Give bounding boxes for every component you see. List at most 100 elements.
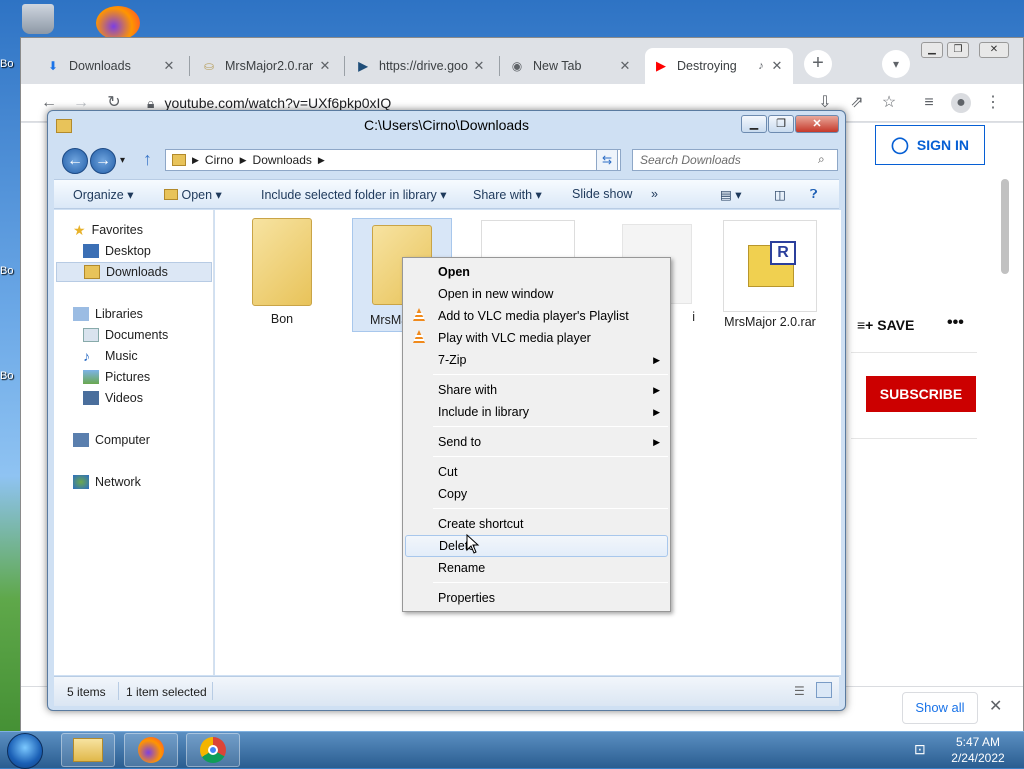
menu-item-7zip[interactable]: 7-Zip ▶: [405, 349, 668, 371]
taskbar-explorer[interactable]: [61, 733, 115, 767]
download-icon: ⬇: [47, 59, 59, 73]
tab-new-tab[interactable]: ◉ New Tab ✕: [501, 48, 641, 84]
scrollbar-thumb[interactable]: [1001, 179, 1009, 274]
media-control-icon[interactable]: ≡: [919, 93, 939, 113]
forward-button[interactable]: →: [90, 148, 116, 174]
file-item[interactable]: R MrsMajor 2.0.rar: [718, 220, 822, 329]
close-tab-icon[interactable]: ✕: [769, 58, 785, 74]
computer-icon: [73, 433, 89, 447]
nav-desktop[interactable]: Desktop: [83, 241, 151, 261]
folder-icon: [252, 218, 312, 306]
menu-item-vlc-play[interactable]: Play with VLC media player: [405, 327, 668, 349]
menu-kebab-icon[interactable]: ⋮: [983, 93, 1003, 113]
tab-search-button[interactable]: ▾: [882, 50, 910, 78]
menu-item-share-with[interactable]: Share with ▶: [405, 379, 668, 401]
minimize-button[interactable]: ▁: [921, 42, 943, 58]
menu-item-open-new-window[interactable]: Open in new window: [405, 283, 668, 305]
menu-item-delete[interactable]: Delete: [405, 535, 668, 557]
close-tab-icon[interactable]: ✕: [471, 58, 487, 74]
nav-network[interactable]: Network: [73, 472, 141, 492]
minimize-button[interactable]: ▁: [741, 115, 767, 133]
network-tray-icon[interactable]: ⊡: [914, 741, 926, 758]
tab-youtube[interactable]: ▶ Destroying ♪ ✕: [645, 48, 793, 84]
firefox-desktop-icon[interactable]: [96, 6, 140, 40]
breadcrumb-downloads[interactable]: Downloads: [253, 153, 312, 167]
command-bar: Organize ▾ Open ▾ Include selected folde…: [54, 179, 839, 209]
show-all-button[interactable]: Show all: [902, 692, 978, 724]
clock-date: 2/24/2022: [951, 751, 1005, 765]
large-icons-view-icon[interactable]: [816, 682, 832, 698]
menu-item-copy[interactable]: Copy: [405, 483, 668, 505]
details-view-icon[interactable]: ☰: [794, 684, 805, 698]
menu-item-properties[interactable]: Properties: [405, 587, 668, 609]
nav-label: Downloads: [106, 265, 168, 279]
taskbar-chrome[interactable]: [186, 733, 240, 767]
nav-libraries[interactable]: Libraries: [73, 304, 143, 324]
close-tab-icon[interactable]: ✕: [317, 58, 333, 74]
nav-computer[interactable]: Computer: [73, 430, 150, 450]
nav-documents[interactable]: Documents: [83, 325, 168, 345]
refresh-button[interactable]: ⇆: [596, 149, 618, 171]
close-button[interactable]: ✕: [795, 115, 839, 133]
save-button[interactable]: ≡+ SAVE: [857, 317, 914, 333]
file-name: Bon: [270, 312, 294, 326]
share-with-button[interactable]: Share with ▾: [473, 187, 542, 202]
open-button[interactable]: Open ▾: [164, 187, 222, 202]
maximize-button[interactable]: ❐: [768, 115, 794, 133]
menu-item-create-shortcut[interactable]: Create shortcut: [405, 513, 668, 535]
help-icon[interactable]: ❓︎: [810, 187, 818, 202]
menu-item-include-library[interactable]: Include in library ▶: [405, 401, 668, 423]
include-library-button[interactable]: Include selected folder in library ▾: [261, 187, 447, 202]
search-input[interactable]: Search Downloads: [632, 149, 838, 171]
menu-item-rename[interactable]: Rename: [405, 557, 668, 579]
close-downloads-bar-icon[interactable]: ✕: [989, 696, 1002, 716]
file-icon: ⛀: [203, 59, 215, 73]
nav-pictures[interactable]: Pictures: [83, 367, 150, 387]
address-bar[interactable]: ▶ Cirno ▶ Downloads ▶ ▼: [165, 149, 621, 171]
more-commands-button[interactable]: »: [651, 187, 658, 201]
menu-item-vlc-playlist[interactable]: Add to VLC media player's Playlist: [405, 305, 668, 327]
tab-drive[interactable]: ▶ https://drive.goo ✕: [347, 48, 495, 84]
tab-strip: ⬇ Downloads ✕ ⛀ MrsMajor2.0.rar ✕ ▶ http…: [21, 38, 1023, 84]
nav-videos[interactable]: Videos: [83, 388, 143, 408]
share-icon[interactable]: ⇗: [847, 93, 867, 113]
file-item[interactable]: Bon: [232, 218, 332, 326]
tab-downloads[interactable]: ⬇ Downloads ✕: [37, 48, 185, 84]
maximize-button[interactable]: ❐: [947, 42, 969, 58]
change-view-button[interactable]: ▤ ▾: [720, 187, 742, 202]
close-tab-icon[interactable]: ✕: [617, 58, 633, 74]
close-window-button[interactable]: ✕: [979, 42, 1009, 58]
slide-show-button[interactable]: Slide show: [572, 187, 632, 201]
up-arrow-icon[interactable]: ↑: [143, 149, 152, 170]
nav-label: Network: [95, 475, 141, 489]
more-actions-button[interactable]: •••: [947, 314, 964, 332]
new-tab-button[interactable]: +: [804, 50, 832, 78]
organize-button[interactable]: Organize ▾: [73, 187, 133, 202]
preview-pane-button[interactable]: ◫: [774, 187, 786, 202]
recycle-bin-icon[interactable]: [22, 4, 54, 34]
recent-pages-dropdown[interactable]: ▾: [120, 155, 125, 166]
menu-item-open[interactable]: Open: [405, 261, 668, 283]
menu-item-cut[interactable]: Cut: [405, 461, 668, 483]
system-clock[interactable]: 5:47 AM 2/24/2022: [938, 734, 1018, 766]
breadcrumb-cirno[interactable]: Cirno: [205, 153, 234, 167]
close-tab-icon[interactable]: ✕: [161, 58, 177, 74]
desktop-icon-label[interactable]: Bo: [0, 265, 16, 277]
desktop-icon-label[interactable]: Bo: [0, 58, 16, 70]
desktop-icon-label[interactable]: Bo: [0, 370, 16, 382]
back-button[interactable]: ←: [62, 148, 88, 174]
tab-title: https://drive.goo: [379, 59, 468, 73]
taskbar-firefox[interactable]: [124, 733, 178, 767]
profile-avatar-icon[interactable]: ●: [951, 93, 971, 113]
bookmark-star-icon[interactable]: ☆: [879, 93, 899, 113]
submenu-arrow-icon: ▶: [653, 437, 660, 447]
nav-downloads[interactable]: Downloads: [56, 262, 212, 282]
tab-mrsmajor[interactable]: ⛀ MrsMajor2.0.rar ✕: [193, 48, 341, 84]
menu-item-send-to[interactable]: Send to ▶: [405, 431, 668, 453]
subscribe-button[interactable]: SUBSCRIBE: [866, 376, 976, 412]
sign-in-button[interactable]: ◯ SIGN IN: [875, 125, 985, 165]
nav-favorites[interactable]: ★ Favorites: [73, 220, 143, 240]
speaker-icon: ♪: [758, 60, 764, 72]
start-button[interactable]: [7, 733, 43, 769]
nav-music[interactable]: ♪ Music: [83, 346, 138, 366]
